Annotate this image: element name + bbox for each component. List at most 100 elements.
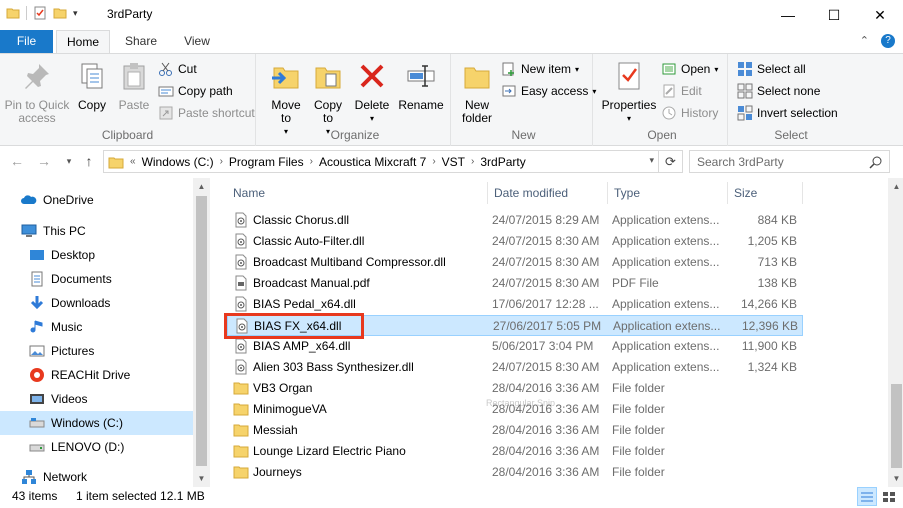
large-icons-view-button[interactable] <box>879 487 899 506</box>
rename-button[interactable]: Rename <box>398 60 444 112</box>
file-name: MinimogueVA <box>253 402 327 416</box>
paste-shortcut-button[interactable]: Paste shortcut <box>158 104 255 122</box>
nav-item-reachit[interactable]: REACHit Drive <box>0 363 193 387</box>
drive-icon <box>29 444 45 452</box>
tab-file[interactable]: File <box>0 30 53 53</box>
column-date-modified[interactable]: Date modified <box>488 182 608 204</box>
nav-item-documents[interactable]: Documents <box>0 267 193 291</box>
nav-scrollbar[interactable]: ▲ ▼ <box>193 178 210 487</box>
clipboard-group: Pin to Quick access Copy Paste Cut Copy … <box>0 54 256 146</box>
new-folder-icon[interactable] <box>53 6 67 20</box>
file-row[interactable]: Messiah 28/04/2016 3:36 AM File folder <box>227 420 803 441</box>
file-row[interactable]: VB3 Organ 28/04/2016 3:36 AM File folder <box>227 378 803 399</box>
scrollbar-thumb[interactable] <box>891 384 902 468</box>
nav-item-desktop[interactable]: Desktop <box>0 243 193 267</box>
crumb-acoustica[interactable]: Acoustica Mixcraft 7 <box>319 155 426 169</box>
forward-button[interactable]: → <box>35 152 53 170</box>
tab-home[interactable]: Home <box>56 30 110 54</box>
paste-button[interactable]: Paste <box>114 60 154 112</box>
crumb-windows-c[interactable]: Windows (C:) <box>142 155 214 169</box>
nav-item-videos[interactable]: Videos <box>0 387 193 411</box>
address-dropdown-icon[interactable]: ▾ <box>649 155 654 166</box>
collapse-ribbon-icon[interactable]: ⌃ <box>860 34 869 48</box>
nav-item-lenovo-d[interactable]: LENOVO (D:) <box>0 435 193 459</box>
copy-to-button[interactable]: Copy to ▾ <box>308 60 348 138</box>
file-row[interactable]: Broadcast Manual.pdf 24/07/2015 8:30 AM PD… <box>227 273 803 294</box>
scrollbar-thumb[interactable] <box>196 196 207 466</box>
up-button[interactable]: ↑ <box>80 152 98 170</box>
crumb-3rdparty[interactable]: 3rdParty <box>480 155 525 169</box>
file-row[interactable]: Journeys 28/04/2016 3:36 AM File folder <box>227 462 803 483</box>
delete-button[interactable]: Delete ▾ <box>352 60 392 125</box>
search-box[interactable]: Search 3rdParty <box>689 150 890 173</box>
maximize-button[interactable]: ☐ <box>811 0 857 30</box>
crumb-program-files[interactable]: Program Files <box>229 155 304 169</box>
open-group: Properties ▾ Open ▾ Edit History Open <box>597 54 728 146</box>
history-button[interactable]: History <box>661 104 718 122</box>
dll-icon <box>235 212 247 228</box>
file-row[interactable]: MinimogueVA 28/04/2016 3:36 AM File folder <box>227 399 803 420</box>
file-list-scrollbar[interactable]: ▲ ▼ <box>888 178 903 487</box>
select-all-button[interactable]: Select all <box>737 60 806 78</box>
refresh-button[interactable]: ⟳ <box>658 151 682 172</box>
window-title: 3rdParty <box>107 7 153 21</box>
tab-view[interactable]: View <box>172 30 222 53</box>
file-row[interactable]: Broadcast Multiband Compressor.dll 24/07/… <box>227 252 803 273</box>
scroll-up-icon[interactable]: ▲ <box>193 178 210 195</box>
rename-label: Rename <box>398 98 444 112</box>
nav-item-downloads[interactable]: Downloads <box>0 291 193 315</box>
nav-item-windows-c[interactable]: Windows (C:) <box>0 411 193 435</box>
select-all-icon <box>738 62 752 76</box>
nav-label: Desktop <box>51 248 96 262</box>
nav-item-this-pc[interactable]: This PC <box>0 219 193 243</box>
nav-item-pictures[interactable]: Pictures <box>0 339 193 363</box>
copy-button[interactable]: Copy <box>74 60 110 112</box>
nav-item-music[interactable]: Music <box>0 315 193 339</box>
file-size <box>732 441 797 462</box>
close-button[interactable]: ✕ <box>857 0 903 30</box>
properties-icon <box>618 62 640 90</box>
easy-access-button[interactable]: Easy access ▾ <box>501 82 596 100</box>
cut-button[interactable]: Cut <box>158 60 197 78</box>
back-button[interactable]: ← <box>8 152 26 170</box>
navigation-pane: OneDrive This PC Desktop Documents Downl… <box>0 178 210 487</box>
file-row[interactable]: Alien 303 Bass Synthesizer.dll 24/07/2015… <box>227 357 803 378</box>
open-group-label: Open <box>647 128 677 142</box>
nav-item-onedrive[interactable]: OneDrive <box>0 188 193 212</box>
overflow-crumb[interactable]: « <box>130 156 136 167</box>
scroll-down-icon[interactable]: ▼ <box>888 470 903 487</box>
file-name: Journeys <box>253 465 302 479</box>
scroll-up-icon[interactable]: ▲ <box>888 178 903 195</box>
nav-label: OneDrive <box>43 193 94 207</box>
file-row[interactable]: BIAS Pedal_x64.dll 17/06/2017 12:28 ... Ap… <box>227 294 803 315</box>
help-icon[interactable]: ? <box>881 34 895 48</box>
details-view-button[interactable] <box>857 487 877 506</box>
open-button[interactable]: Open ▾ <box>661 60 718 78</box>
file-row[interactable]: Lounge Lizard Electric Piano 28/04/2016 3… <box>227 441 803 462</box>
column-type[interactable]: Type <box>608 182 728 204</box>
file-row[interactable]: Classic Auto-Filter.dll 24/07/2015 8:30 A… <box>227 231 803 252</box>
column-name[interactable]: Name <box>227 182 488 204</box>
invert-selection-button[interactable]: Invert selection <box>737 104 838 122</box>
select-none-button[interactable]: Select none <box>737 82 820 100</box>
new-item-button[interactable]: New item ▾ <box>501 60 579 78</box>
minimize-button[interactable]: — <box>765 0 811 30</box>
properties-button[interactable]: Properties ▾ <box>601 60 657 125</box>
properties-icon[interactable] <box>33 6 47 20</box>
customize-qat-icon[interactable]: ▾ <box>73 8 78 19</box>
new-folder-button[interactable]: New folder <box>457 60 497 125</box>
pin-quick-access-button[interactable]: Pin to Quick access <box>4 60 70 125</box>
address-bar[interactable]: « Windows (C:) › Program Files › Acousti… <box>103 150 683 173</box>
recent-locations-button[interactable]: ▾ <box>60 152 78 170</box>
scroll-down-icon[interactable]: ▼ <box>193 470 210 487</box>
column-size[interactable]: Size <box>728 182 803 204</box>
file-row[interactable]: Classic Chorus.dll 24/07/2015 8:29 AM Appl… <box>227 210 803 231</box>
tab-share[interactable]: Share <box>116 30 166 53</box>
file-date: 17/06/2017 12:28 ... <box>492 297 599 311</box>
file-row[interactable]: BIAS AMP_x64.dll 5/06/2017 3:04 PM Applica… <box>227 336 803 357</box>
nav-item-network[interactable]: Network <box>0 467 193 487</box>
crumb-vst[interactable]: VST <box>442 155 465 169</box>
copy-path-button[interactable]: Copy path <box>158 82 233 100</box>
move-to-button[interactable]: Move to ▾ <box>266 60 306 138</box>
edit-button[interactable]: Edit <box>661 82 702 100</box>
